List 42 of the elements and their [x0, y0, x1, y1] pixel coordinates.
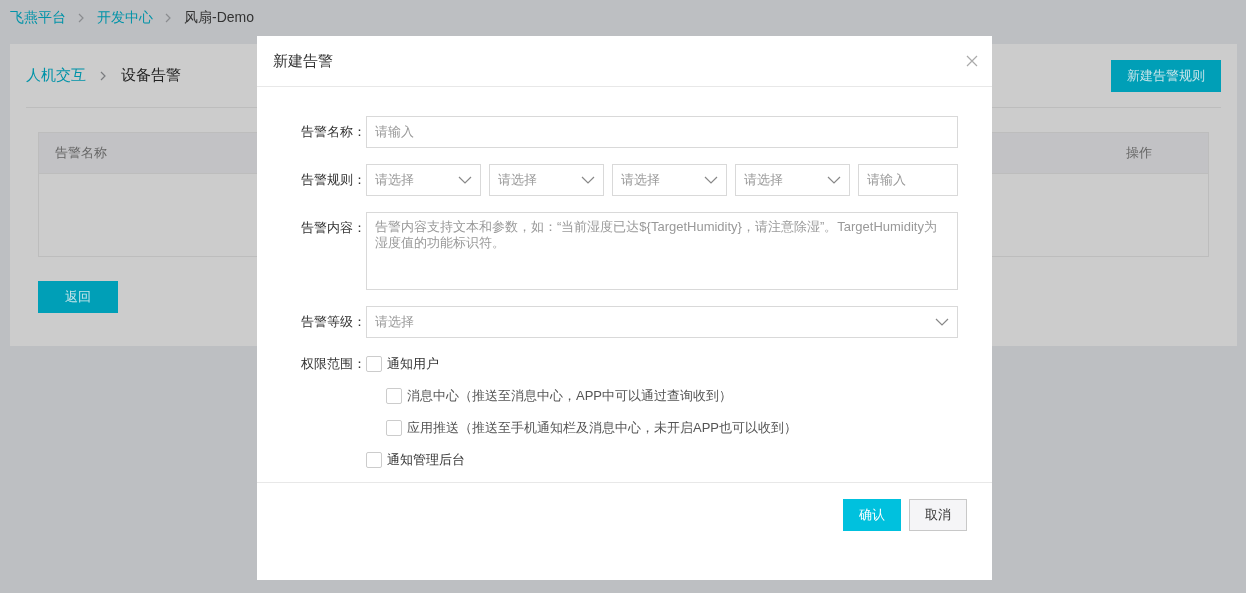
confirm-button[interactable]: 确认 — [843, 499, 901, 531]
chevron-icon — [78, 13, 85, 23]
checkbox-label: 通知管理后台 — [387, 451, 465, 469]
field-label: 权限范围： — [300, 355, 366, 373]
select-field[interactable]: 请选择 — [612, 164, 727, 196]
breadcrumb-current: 风扇-Demo — [184, 9, 254, 27]
column-header: 操作 — [1126, 144, 1152, 162]
checkbox-label: 通知用户 — [387, 355, 439, 373]
new-rule-button[interactable]: 新建告警规则 — [1111, 59, 1221, 92]
select-field[interactable]: 请选择 — [735, 164, 850, 196]
breadcrumb-link[interactable]: 开发中心 — [97, 9, 153, 27]
breadcrumb-link[interactable]: 人机交互 — [26, 66, 86, 85]
chevron-down-icon — [458, 176, 472, 184]
checkbox[interactable] — [366, 356, 382, 372]
chevron-icon — [100, 70, 107, 81]
close-icon[interactable] — [966, 55, 978, 67]
checkbox[interactable] — [366, 452, 382, 468]
checkbox[interactable] — [386, 420, 402, 436]
checkbox[interactable] — [386, 388, 402, 404]
field-label: 告警等级： — [300, 313, 366, 331]
textarea-field[interactable]: 告警内容支持文本和参数，如：“当前湿度已达${TargetHumidity}，请注意除湿”。TargetHumidity为湿度值的功能标识符。 — [366, 212, 958, 290]
select-field[interactable]: 请选择 — [489, 164, 604, 196]
select-field[interactable]: 请选择 — [366, 164, 481, 196]
breadcrumb-link[interactable]: 飞燕平台 — [10, 9, 66, 27]
checkbox-label: 消息中心（推送至消息中心，APP中可以通过查询收到） — [407, 387, 732, 405]
checkbox-label: 应用推送（推送至手机通知栏及消息中心，未开启APP也可以收到） — [407, 419, 797, 437]
dialog-title: 新建告警 — [273, 51, 333, 71]
chevron-down-icon — [935, 318, 949, 326]
cancel-button[interactable]: 取消 — [909, 499, 967, 531]
field-label: 告警内容： — [300, 219, 366, 237]
column-header: 告警名称 — [55, 144, 107, 162]
select-field[interactable]: 请选择 — [366, 306, 958, 338]
chevron-down-icon — [581, 176, 595, 184]
chevron-down-icon — [704, 176, 718, 184]
chevron-icon — [165, 13, 172, 23]
input-field[interactable]: 请输入 — [858, 164, 958, 196]
back-button[interactable]: 返回 — [38, 281, 118, 313]
chevron-down-icon — [827, 176, 841, 184]
input-field[interactable]: 请输入 — [366, 116, 958, 148]
field-label: 告警名称： — [300, 123, 366, 141]
field-label: 告警规则： — [300, 171, 366, 189]
page-title: 设备告警 — [121, 66, 181, 85]
